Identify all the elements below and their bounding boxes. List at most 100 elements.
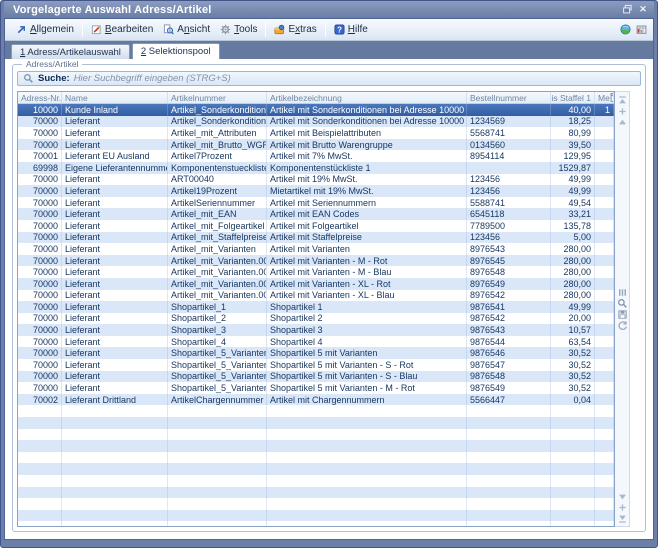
table-row[interactable]: 70000LieferantArtikel_mit_Brutto_WGRArti… [18, 139, 614, 151]
tab-1[interactable]: 1 Adress/Artikelauswahl [11, 44, 130, 59]
scroll-up-icon[interactable] [617, 117, 628, 127]
search-input[interactable]: Suche: Hier Suchbegriff eingeben (STRG+S… [17, 71, 641, 86]
cell-col6 [595, 162, 614, 174]
menu-item-ansicht[interactable]: Ansicht [158, 22, 215, 37]
table-row[interactable]: 70000LieferantArtikel_mit_EANArtikel mit… [18, 208, 614, 220]
save-view-icon[interactable] [617, 310, 628, 320]
empty-cell [551, 463, 595, 475]
cell-col5: 63,54 [551, 336, 595, 348]
cell-col4: 9876546 [467, 347, 551, 359]
view-magnifier-icon [163, 24, 174, 35]
table-row[interactable]: 70000LieferantArtikel_mit_FolgeartikelAr… [18, 220, 614, 232]
restore-button[interactable] [619, 3, 635, 16]
cell-col2: Shopartikel_2 [168, 313, 267, 325]
menu-item-label: Ansicht [177, 24, 210, 35]
empty-cell [267, 405, 467, 417]
scroll-last-icon[interactable] [617, 513, 628, 523]
cell-col0: 70000 [18, 243, 62, 255]
globe-button[interactable] [620, 24, 631, 35]
empty-cell [62, 405, 168, 417]
empty-cell [551, 440, 595, 452]
column-header-1[interactable]: Name [62, 92, 168, 103]
column-header-4[interactable]: Bestellnummer [467, 92, 551, 103]
cell-col5: 80,99 [551, 127, 595, 139]
empty-cell [595, 521, 614, 526]
cell-col3: Artikel mit 7% MwSt. [267, 150, 467, 162]
table-row[interactable]: 70000LieferantShopartikel_5_Varianten.2S… [18, 371, 614, 383]
cell-col2: Shopartikel_5_Varianten.1 [168, 359, 267, 371]
empty-cell [595, 498, 614, 510]
empty-cell [551, 510, 595, 522]
scroll-page-down-icon[interactable] [617, 502, 628, 512]
table-row[interactable]: 70000LieferantShopartikel_5_Varianten.3S… [18, 382, 614, 394]
cell-col3: Mietartikel mit 19% MwSt. [267, 185, 467, 197]
cell-col0: 10000 [18, 104, 62, 116]
cell-col2: Shopartikel_5_Varianten.2 [168, 371, 267, 383]
column-header-6[interactable]: Me [595, 92, 614, 103]
menu-item-hilfe[interactable]: ?Hilfe [329, 22, 373, 37]
table-row[interactable]: 70000LieferantShopartikel_2Shopartikel 2… [18, 313, 614, 325]
table-row[interactable]: 70000LieferantShopartikel_3Shopartikel 3… [18, 324, 614, 336]
cell-col5: 280,00 [551, 266, 595, 278]
table-row[interactable]: 70000LieferantArtikel_mit_Varianten.003A… [18, 255, 614, 267]
column-header-2[interactable]: Artikelnummer [168, 92, 267, 103]
scroll-down-icon[interactable] [617, 491, 628, 501]
table-row[interactable]: 70000LieferantArtikel19ProzentMietartike… [18, 185, 614, 197]
table-row[interactable]: 70000LieferantArtikel_mit_Varianten.006A… [18, 290, 614, 302]
empty-row [18, 440, 614, 452]
cell-col0: 70000 [18, 208, 62, 220]
refresh-icon[interactable] [617, 321, 628, 331]
menu-item-extras[interactable]: Extras [269, 22, 321, 37]
table-row[interactable]: 70000LieferantShopartikel_5_VariantenSho… [18, 347, 614, 359]
cell-col4: 9876541 [467, 301, 551, 313]
table-row[interactable]: 70000LieferantArtikelSeriennummerArtikel… [18, 197, 614, 209]
close-button[interactable]: ✕ [635, 3, 651, 16]
cell-col5: 49,99 [551, 185, 595, 197]
empty-cell [467, 429, 551, 441]
tab-2[interactable]: 2 Selektionspool [132, 43, 220, 59]
empty-cell [595, 429, 614, 441]
scroll-first-icon[interactable] [617, 95, 628, 105]
table-row[interactable]: 10000Kunde InlandArtikel_Sonderkondition… [18, 104, 614, 116]
menu-item-bearbeiten[interactable]: Bearbeiten [86, 22, 158, 37]
help-icon: ? [334, 24, 345, 35]
cell-col1: Lieferant EU Ausland [62, 150, 168, 162]
title-bar: Vorgelagerte Auswahl Adress/Artikel ✕ [4, 1, 654, 18]
table-row[interactable]: 70000LieferantArtikel_mit_Varianten.004A… [18, 266, 614, 278]
cell-col5: 20,00 [551, 313, 595, 325]
table-row[interactable]: 70000LieferantShopartikel_4Shopartikel 4… [18, 336, 614, 348]
table-row[interactable]: 69998Eigene Lieferantennummer -FirmaKomp… [18, 162, 614, 174]
cell-col2: Artikel19Prozent [168, 185, 267, 197]
cell-col6 [595, 382, 614, 394]
menu-item-tools[interactable]: Tools [215, 22, 262, 37]
menu-item-label: Bearbeiten [105, 24, 153, 35]
cell-col4: 9876548 [467, 371, 551, 383]
table-row[interactable]: 70000LieferantART00040Artikel mit 19% Mw… [18, 174, 614, 186]
columns-icon[interactable] [617, 288, 628, 298]
empty-cell [551, 405, 595, 417]
table-row[interactable]: 70000LieferantArtikel_mit_AttributenArti… [18, 127, 614, 139]
table-row[interactable]: 70002Lieferant DrittlandArtikelChargennu… [18, 394, 614, 406]
cell-col1: Lieferant [62, 278, 168, 290]
report-button[interactable] [636, 24, 647, 35]
table-row[interactable]: 70001Lieferant EU AuslandArtikel7Prozent… [18, 150, 614, 162]
column-header-3[interactable]: Artikelbezeichnung [267, 92, 467, 103]
column-header-5[interactable]: Preis Staffel 1 [551, 92, 595, 103]
table-row[interactable]: 70000LieferantArtikel_mit_VariantenArtik… [18, 243, 614, 255]
table-row[interactable]: 70000LieferantArtikel_SonderkonditionenA… [18, 116, 614, 128]
empty-row [18, 452, 614, 464]
scroll-page-up-icon[interactable] [617, 106, 628, 116]
zoom-icon[interactable] [617, 299, 628, 309]
empty-cell [267, 463, 467, 475]
cell-col5: 49,99 [551, 301, 595, 313]
table-row[interactable]: 70000LieferantArtikel_mit_StaffelpreiseA… [18, 232, 614, 244]
cell-col4: 7789500 [467, 220, 551, 232]
column-header-0[interactable]: Adress-Nr. [18, 92, 62, 103]
table-row[interactable]: 70000LieferantShopartikel_1Shopartikel 1… [18, 301, 614, 313]
menu-bar: Allgemein Bearbeiten Ansicht Tools Extras ?Hi… [5, 19, 653, 41]
table-row[interactable]: 70000LieferantArtikel_mit_Varianten.005A… [18, 278, 614, 290]
cell-col1: Lieferant [62, 359, 168, 371]
cell-col4: 8976549 [467, 278, 551, 290]
menu-item-allgemein[interactable]: Allgemein [11, 22, 79, 37]
table-row[interactable]: 70000LieferantShopartikel_5_Varianten.1S… [18, 359, 614, 371]
